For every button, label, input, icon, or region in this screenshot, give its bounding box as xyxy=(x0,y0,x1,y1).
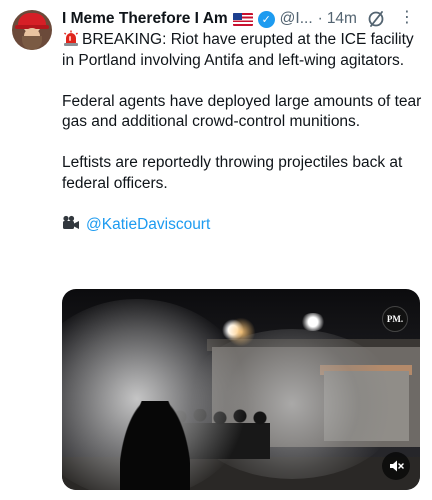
slash-circle-icon[interactable] xyxy=(367,10,385,28)
video-player[interactable]: PM. xyxy=(62,289,420,490)
tweet-header: I Meme Therefore I Am ✓ @I... · 14m ⋮ xyxy=(62,8,424,30)
avatar[interactable] xyxy=(12,10,52,50)
separator-dot: · xyxy=(317,10,323,27)
tweet-paragraph-3: Leftists are reportedly throwing project… xyxy=(62,154,403,192)
tweet-credit: @KatieDaviscourt xyxy=(62,215,422,236)
siren-icon xyxy=(64,30,78,46)
more-options-icon[interactable]: ⋮ xyxy=(398,9,416,27)
video-camera-icon xyxy=(63,215,79,229)
tweet[interactable]: I Meme Therefore I Am ✓ @I... · 14m ⋮ BR… xyxy=(0,0,432,500)
muted-speaker-icon[interactable] xyxy=(382,452,410,480)
muted-speaker-glyph-icon xyxy=(390,460,404,472)
video-scene-light xyxy=(300,313,326,331)
author-handle[interactable]: @I... xyxy=(280,10,313,28)
us-flag-icon xyxy=(232,12,253,26)
verified-badge-icon[interactable]: ✓ xyxy=(257,10,275,28)
author-name[interactable]: I Meme Therefore I Am xyxy=(62,10,228,28)
video-scene-figure xyxy=(120,401,190,490)
timestamp[interactable]: 14m xyxy=(327,10,357,28)
pm-watermark: PM. xyxy=(382,306,408,332)
tweet-text: BREAKING: Riot have erupted at the ICE f… xyxy=(62,30,422,256)
tweet-paragraph-1: BREAKING: Riot have erupted at the ICE f… xyxy=(62,30,422,71)
tweet-paragraph-2: Federal agents have deployed large amoun… xyxy=(62,92,422,131)
credit-link[interactable]: @KatieDaviscourt xyxy=(86,216,210,233)
tweet-paragraph-1-text: BREAKING: Riot have erupted at the ICE f… xyxy=(62,31,414,69)
avatar-beard xyxy=(22,36,42,50)
